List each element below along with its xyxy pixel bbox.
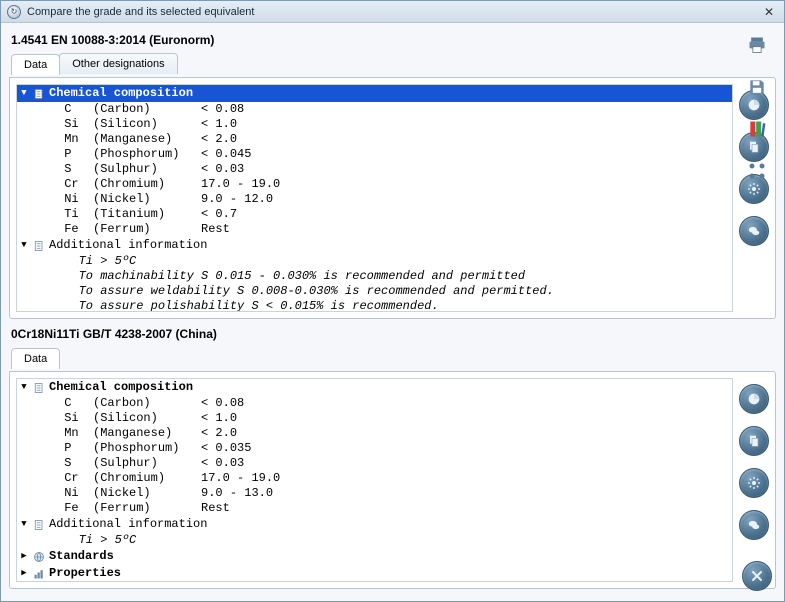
chart-button-2[interactable]: [739, 384, 769, 414]
collapsed-section[interactable]: ▶ Standards: [17, 548, 732, 565]
composition-row: S (Sulphur) < 0.03: [17, 162, 732, 177]
document-icon: [33, 519, 45, 531]
composition-row: Cr (Chromium) 17.0 - 19.0: [17, 177, 732, 192]
document-icon: [33, 382, 45, 394]
tab-other-designations[interactable]: Other designations: [59, 53, 177, 74]
expand-arrow-icon: ▶: [19, 566, 29, 581]
additional-info-line: To assure weldability S 0.008-0.030% is …: [17, 284, 732, 299]
titlebar: ↻ Compare the grade and its selected equ…: [1, 1, 784, 23]
bottom-tabs: Data: [11, 347, 776, 368]
collapse-arrow-icon: ▼: [19, 380, 29, 395]
composition-row: Cr (Chromium) 17.0 - 19.0: [17, 471, 732, 486]
globe-icon: [33, 551, 45, 563]
composition-row: C (Carbon) < 0.08: [17, 102, 732, 117]
document-icon: [33, 240, 45, 252]
composition-row: Mn (Manganese) < 2.0: [17, 426, 732, 441]
chat-button-2[interactable]: [739, 510, 769, 540]
collapsed-section-label: Standards: [49, 549, 114, 564]
book-button[interactable]: [743, 115, 771, 143]
composition-row: C (Carbon) < 0.08: [17, 396, 732, 411]
collapse-arrow-icon: ▼: [19, 86, 29, 101]
composition-row: Ti (Titanium) < 0.7: [17, 207, 732, 222]
tab-data[interactable]: Data: [11, 54, 60, 75]
additional-info-label: Additional information: [49, 238, 207, 253]
composition-row: Si (Silicon) < 1.0: [17, 117, 732, 132]
section-title: Chemical composition: [49, 86, 193, 101]
top-tree[interactable]: ▼Chemical composition C (Carbon) < 0.08 …: [17, 85, 732, 311]
composition-row: Fe (Ferrum) Rest: [17, 222, 732, 237]
bottom-grade-header: 0Cr18Ni11Ti GB/T 4238-2007 (China): [11, 327, 774, 341]
additional-info-line: To assure polishability S < 0.015% is re…: [17, 299, 732, 311]
composition-row: P (Phosphorum) < 0.035: [17, 441, 732, 456]
composition-row: P (Phosphorum) < 0.045: [17, 147, 732, 162]
expand-arrow-icon: ▶: [19, 549, 29, 564]
composition-row: S (Sulphur) < 0.03: [17, 456, 732, 471]
app-icon: ↻: [7, 5, 21, 19]
additional-info-label: Additional information: [49, 517, 207, 532]
document-icon: [33, 88, 45, 100]
composition-row: Si (Silicon) < 1.0: [17, 411, 732, 426]
additional-info-line: To machinability S 0.015 - 0.030% is rec…: [17, 269, 732, 284]
composition-row: Ni (Nickel) 9.0 - 12.0: [17, 192, 732, 207]
close-icon[interactable]: ✕: [760, 4, 778, 20]
dialog-close-button[interactable]: [742, 561, 772, 591]
save-button[interactable]: [743, 73, 771, 101]
collapse-arrow-icon: ▼: [19, 517, 29, 532]
chat-button[interactable]: [739, 216, 769, 246]
top-grade-header: 1.4541 EN 10088-3:2014 (Euronorm): [11, 33, 774, 47]
collapsed-section[interactable]: ▶ Properties: [17, 565, 732, 581]
additional-info-line: Ti > 5ºC: [17, 533, 732, 548]
additional-info-line: Ti > 5ºC: [17, 254, 732, 269]
fullscreen-button[interactable]: [743, 157, 771, 185]
window-title: Compare the grade and its selected equiv…: [27, 6, 760, 18]
collapsed-section-label: Properties: [49, 566, 121, 581]
chart-icon: [33, 568, 45, 580]
collapse-arrow-icon: ▼: [19, 238, 29, 253]
additional-info-header[interactable]: ▼ Additional information: [17, 237, 732, 254]
copy-button-2[interactable]: [739, 426, 769, 456]
top-tabs: Data Other designations: [11, 53, 776, 74]
settings-button-2[interactable]: [739, 468, 769, 498]
tab-data-bottom[interactable]: Data: [11, 348, 60, 369]
section-title: Chemical composition: [49, 380, 193, 395]
additional-info-header[interactable]: ▼ Additional information: [17, 516, 732, 533]
section-chemical-composition[interactable]: ▼ Chemical composition: [17, 379, 732, 396]
composition-row: Mn (Manganese) < 2.0: [17, 132, 732, 147]
section-chemical-composition[interactable]: ▼ Chemical composition: [17, 85, 732, 102]
composition-row: Ni (Nickel) 9.0 - 13.0: [17, 486, 732, 501]
bottom-tree[interactable]: ▼Chemical composition C (Carbon) < 0.08 …: [17, 379, 732, 581]
composition-row: Fe (Ferrum) Rest: [17, 501, 732, 516]
